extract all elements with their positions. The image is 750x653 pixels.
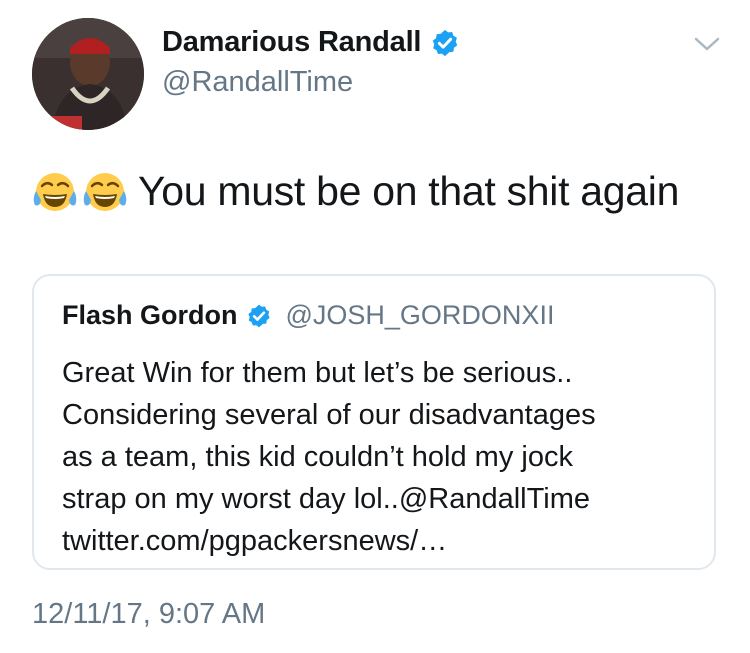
quoted-display-name: Flash Gordon xyxy=(62,300,238,330)
face-with-tears-of-joy-icon xyxy=(83,172,127,211)
author-name-row[interactable]: Damarious Randall xyxy=(162,26,460,59)
quoted-text-link[interactable]: twitter.com/pgpackersnews/… xyxy=(62,520,702,562)
quoted-tweet-text: Great Win for them but let’s be serious.… xyxy=(62,352,702,562)
tweet-card: Damarious Randall @RandallTime You must … xyxy=(0,0,750,653)
face-with-tears-of-joy-icon xyxy=(33,172,77,211)
tweet-body: You must be on that shit again xyxy=(138,168,680,214)
chevron-down-icon[interactable] xyxy=(692,34,722,54)
author-display-name[interactable]: Damarious Randall xyxy=(162,26,421,59)
quoted-text-line: Great Win for them but let’s be serious.… xyxy=(62,357,573,389)
tweet-timestamp[interactable]: 12/11/17, 9:07 AM xyxy=(32,598,265,631)
quoted-tweet[interactable]: Flash Gordon @JOSH_GORDONXII Great Win f… xyxy=(32,274,716,570)
tweet-text: You must be on that shit again xyxy=(32,168,679,215)
quoted-tweet-header: Flash Gordon @JOSH_GORDONXII xyxy=(62,300,554,331)
quoted-text-line: Considering several of our disadvantages xyxy=(62,399,596,431)
avatar[interactable] xyxy=(32,18,144,130)
author-handle[interactable]: @RandallTime xyxy=(162,66,353,99)
quoted-handle: @JOSH_GORDONXII xyxy=(285,300,555,330)
verified-badge-icon xyxy=(433,29,458,56)
verified-badge-icon xyxy=(247,304,270,327)
quoted-text-line: as a team, this kid couldn’t hold my joc… xyxy=(62,441,573,473)
quoted-text-line: strap on my worst day lol..@RandallTime xyxy=(62,483,590,515)
